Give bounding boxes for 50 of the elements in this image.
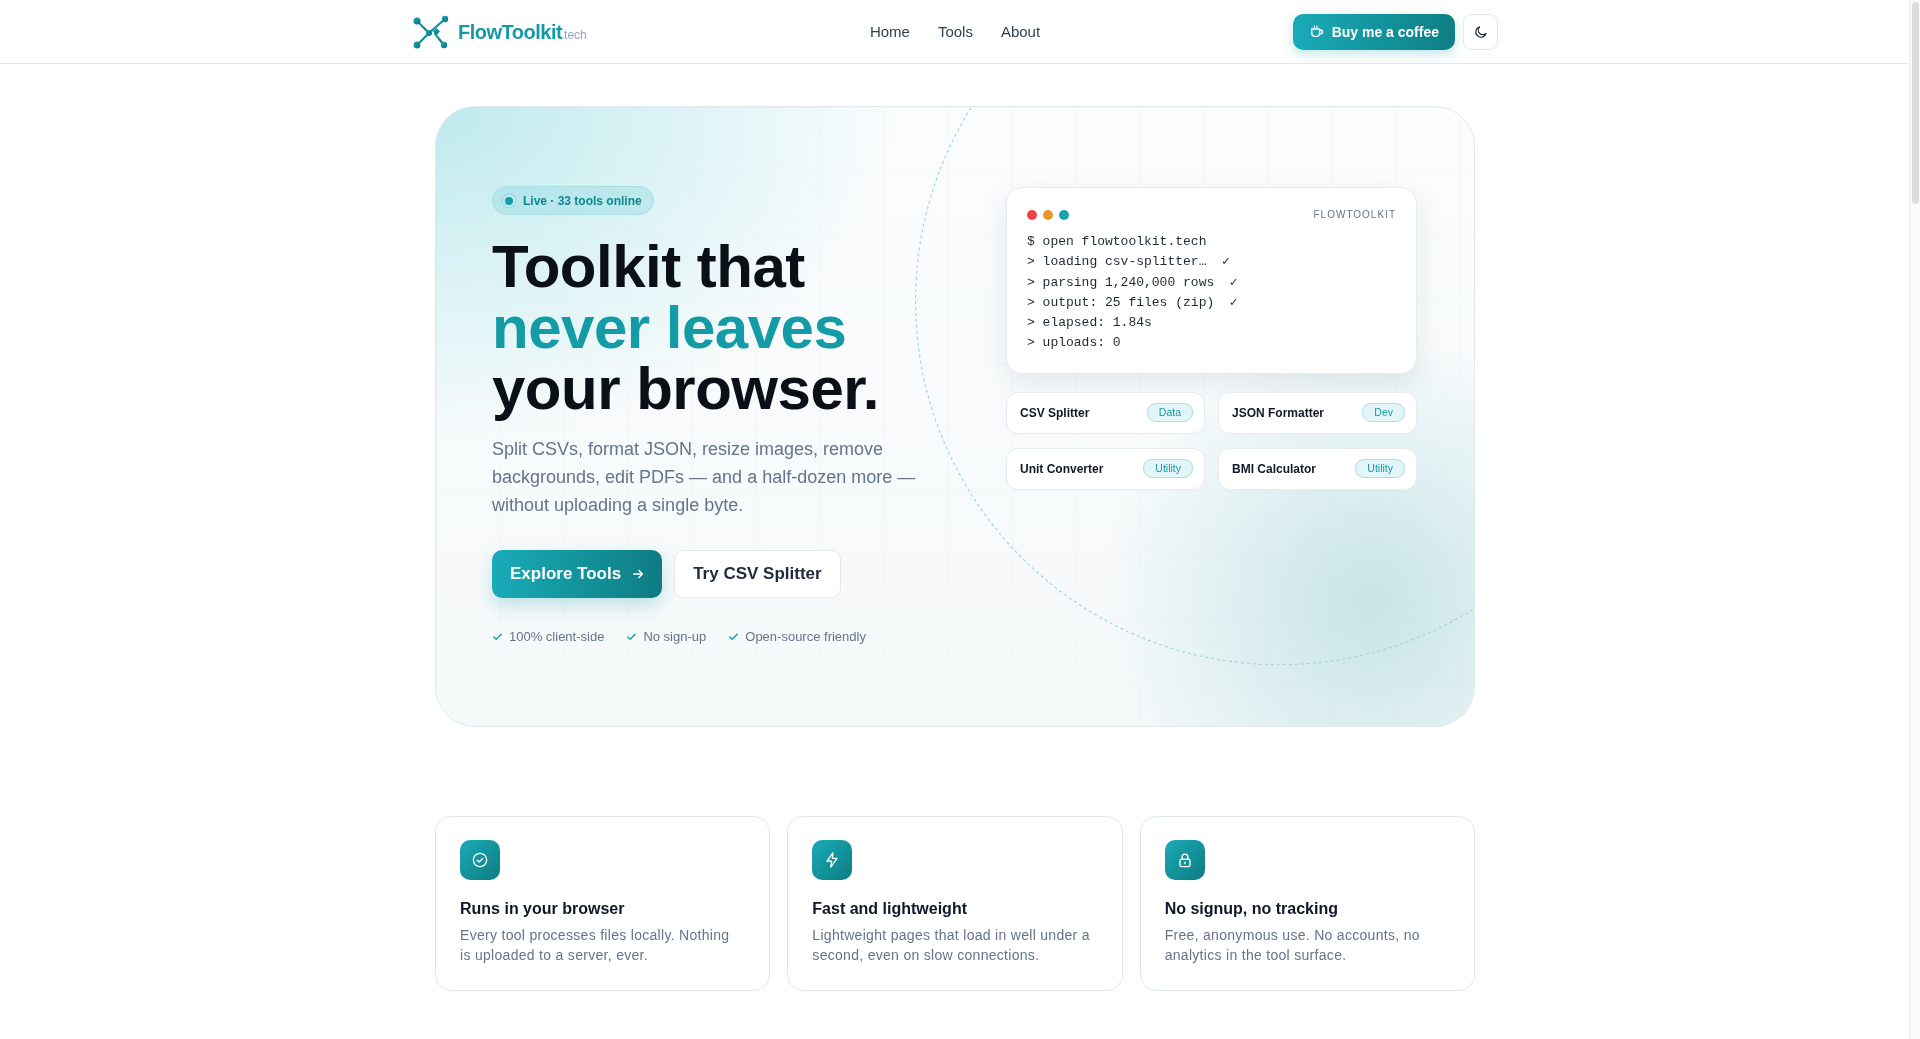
hero-description: Split CSVs, format JSON, resize images, remove backgrounds, edit PDFs — and a half-dozen more — without uploading a single byte.: [492, 438, 917, 517]
check-icon: [492, 631, 503, 642]
badge-text: Live · 33 tools online: [523, 193, 642, 208]
tool-tag: Utility: [1355, 459, 1405, 479]
tool-chip[interactable]: BMI Calculator Utility: [1218, 447, 1417, 490]
padlock-icon: [1164, 840, 1205, 880]
tool-tag: Data: [1146, 403, 1193, 423]
check-icon: [728, 631, 740, 642]
tool-tag: Dev: [1362, 403, 1405, 423]
coffee-button[interactable]: Buy me a coffee: [1292, 13, 1455, 50]
moon-icon: [1473, 24, 1488, 39]
lightning-icon: [812, 840, 853, 880]
terminal-title: FLOWTOOLKIT: [1313, 209, 1396, 220]
tool-tag: Utility: [1143, 459, 1193, 479]
check-text: 100% client-side: [509, 629, 605, 644]
check-text: Open-source friendly: [745, 629, 866, 644]
terminal-line: > output: 25 files (zip) ✓: [1027, 293, 1239, 312]
nav-link[interactable]: Tools: [937, 23, 973, 40]
feature-title: Runs in your browser: [460, 899, 626, 919]
hero-headline: Toolkit that never leaves your browser.: [492, 236, 880, 419]
scrollbar-thumb[interactable]: [1912, 2, 1919, 204]
terminal-line: $ open flowtoolkit.tech: [1027, 233, 1208, 251]
coffee-cup-icon: [1309, 24, 1324, 39]
tool-chip[interactable]: CSV Splitter Data: [1006, 391, 1205, 434]
check-icon: [626, 631, 638, 642]
nav-link[interactable]: Home: [869, 23, 910, 40]
explore-button[interactable]: Explore Tools: [492, 550, 663, 598]
tool-name: CSV Splitter: [1020, 405, 1090, 420]
terminal-line: > elapsed: 1.84s: [1027, 314, 1153, 333]
terminal-line: > parsing 1,240,000 rows ✓: [1027, 273, 1239, 292]
feature-title: No signup, no tracking: [1164, 899, 1339, 919]
feature-title: Fast and lightweight: [812, 899, 968, 919]
window-dots-icon: [1027, 209, 1069, 220]
tool-name: JSON Formatter: [1232, 405, 1325, 420]
feature-description: Every tool processes files locally. Nothing is uploaded to a server, ever.: [460, 926, 731, 965]
tool-name: Unit Converter: [1020, 461, 1104, 476]
arrow-right-icon: [631, 567, 646, 581]
check-text: No sign-up: [643, 629, 707, 644]
tool-chip[interactable]: Unit Converter Utility: [1006, 447, 1205, 490]
tool-chip[interactable]: JSON Formatter Dev: [1218, 391, 1417, 434]
feature-description: Lightweight pages that load in well under a second, even on slow connections.: [812, 926, 1091, 965]
terminal-line: > uploads: 0: [1027, 334, 1122, 353]
terminal-line: > loading csv-splitter… ✓: [1027, 253, 1231, 272]
tool-name: BMI Calculator: [1232, 461, 1316, 476]
logo-icon[interactable]: [412, 14, 450, 49]
secondary-button[interactable]: Try CSV Splitter: [674, 550, 841, 598]
feature-description: Free, anonymous use. No accounts, no analytics in the tool surface.: [1164, 926, 1421, 965]
theme-toggle-button[interactable]: [1463, 13, 1498, 50]
nav-link[interactable]: About: [1000, 23, 1041, 40]
status-dot-icon: [501, 192, 517, 209]
